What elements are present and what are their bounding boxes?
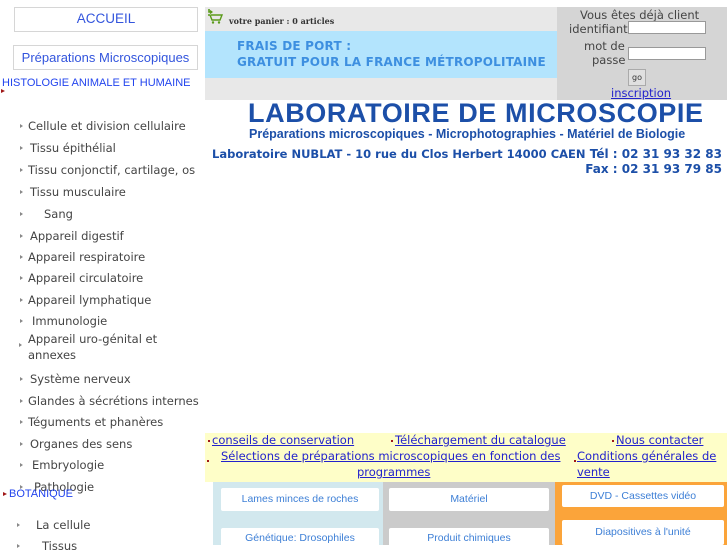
sidebar-item-label: Glandes à sécrétions internes (28, 394, 199, 408)
login-submit-button[interactable]: go (628, 69, 646, 86)
triangle-bullet-icon (20, 146, 23, 150)
bullet-icon (3, 492, 7, 496)
login-title: Vous êtes déjà client (580, 8, 700, 22)
terms-of-sale-link-2[interactable]: vente (577, 465, 610, 479)
triangle-bullet-icon (20, 399, 23, 403)
bullet-icon (207, 460, 209, 462)
triangle-bullet-icon (20, 168, 23, 172)
sidebar-item-label: Tissu épithélial (30, 141, 116, 155)
category-label: HISTOLOGIE ANIMALE ET HUMAINE (2, 77, 191, 89)
equipment-button[interactable]: Matériel (389, 488, 549, 511)
chemicals-button[interactable]: Produit chimiques (389, 528, 549, 548)
sidebar-item-label: Téguments et phanères (28, 415, 164, 429)
triangle-bullet-icon (20, 124, 23, 128)
bullet-icon (612, 440, 614, 442)
slides-button[interactable]: Diapositives à l'unité (562, 520, 724, 545)
terms-of-sale-link[interactable]: Conditions générales de (577, 449, 716, 463)
triangle-bullet-icon (20, 276, 23, 280)
links-bar: conseils de conservation Téléchargement … (205, 433, 727, 482)
triangle-bullet-icon (17, 523, 20, 527)
sidebar-item-label: Cellule et division cellulaire (28, 119, 186, 133)
bullet-icon (574, 460, 576, 462)
lab-phone: Tél : 02 31 93 32 83 (589, 147, 722, 161)
triangle-bullet-icon (19, 343, 22, 347)
lab-address: Laboratoire NUBLAT - 10 rue du Clos Herb… (212, 147, 586, 161)
bullet-icon (391, 440, 393, 442)
contact-link[interactable]: Nous contacter (616, 433, 703, 447)
triangle-bullet-icon (20, 420, 23, 424)
home-button[interactable]: ACCUEIL (14, 7, 198, 32)
category-histologie[interactable]: HISTOLOGIE ANIMALE ET HUMAINE (0, 77, 195, 93)
login-panel: Vous êtes déjà client identifiant mot de… (557, 7, 727, 100)
cart-bar: votre panier : 0 articles FRAIS DE PORT … (205, 7, 557, 100)
sidebar-item-label: Embryologie (32, 458, 105, 472)
bullet-icon (1, 89, 5, 93)
lab-fax: Fax : 02 31 93 79 85 (585, 162, 722, 176)
identifier-label: identifiant (569, 22, 628, 36)
triangle-bullet-icon (20, 442, 23, 446)
shipping-line-1: FRAIS DE PORT : (237, 39, 352, 53)
sidebar-item-label: Immunologie (32, 314, 108, 328)
dvd-videos-button[interactable]: DVD - Cassettes vidéo (562, 485, 724, 507)
triangle-bullet-icon (20, 319, 23, 323)
shipping-banner: FRAIS DE PORT : GRATUIT POUR LA FRANCE M… (205, 31, 557, 78)
password-input[interactable] (628, 47, 706, 60)
password-label-2: passe (592, 53, 626, 67)
sidebar-item-label: Appareil digestif (30, 229, 124, 243)
sidebar-item-label: Tissus (42, 539, 78, 553)
program-selections-link-2[interactable]: programmes (357, 465, 430, 479)
sidebar-item-label: Appareil uro-génital et annexes (28, 332, 158, 362)
triangle-bullet-icon (20, 463, 23, 467)
sidebar-item-label: Appareil respiratoire (28, 250, 146, 264)
conservation-advice-link[interactable]: conseils de conservation (212, 433, 354, 447)
preparations-section-button[interactable]: Préparations Microscopiques (13, 45, 198, 70)
sidebar-item-label: La cellule (36, 518, 91, 532)
catalogue-download-link[interactable]: Téléchargement du catalogue (395, 433, 566, 447)
cart-status[interactable]: votre panier : 0 articles (229, 16, 334, 26)
triangle-bullet-icon (20, 212, 23, 216)
rock-thin-sections-button[interactable]: Lames minces de roches (221, 488, 379, 511)
sidebar-item-label: Appareil lymphatique (28, 293, 152, 307)
program-selections-link[interactable]: Sélections de préparations microscopique… (221, 449, 560, 463)
category-label: BOTANIQUE (9, 488, 73, 500)
bullet-icon (208, 440, 210, 442)
site-title: LABORATOIRE DE MICROSCOPIE (248, 98, 704, 128)
genetics-drosophila-button[interactable]: Génétique: Drosophiles (221, 528, 379, 548)
category-botanique[interactable]: BOTANIQUE (0, 488, 195, 501)
shipping-line-2: GRATUIT POUR LA FRANCE MÉTROPOLITAINE (237, 55, 546, 69)
site-subtitle: Préparations microscopiques - Microphoto… (249, 127, 686, 141)
triangle-bullet-icon (20, 298, 23, 302)
triangle-bullet-icon (20, 234, 23, 238)
identifier-input[interactable] (628, 21, 706, 34)
sidebar-item-label: Système nerveux (30, 372, 131, 386)
sidebar-item-label: Tissu conjonctif, cartilage, os (28, 163, 196, 177)
triangle-bullet-icon (20, 190, 23, 194)
sidebar-item-label: Organes des sens (30, 437, 133, 451)
cart-icon[interactable] (207, 8, 223, 24)
triangle-bullet-icon (20, 255, 23, 259)
sidebar-item-label: Appareil circulatoire (28, 271, 144, 285)
password-label: mot de (584, 39, 625, 53)
sidebar-item-label: Sang (44, 207, 73, 221)
triangle-bullet-icon (20, 377, 23, 381)
sidebar-item-label: Tissu musculaire (30, 185, 126, 199)
sidebar: ACCUEIL Préparations Microscopiques HIST… (0, 0, 205, 553)
